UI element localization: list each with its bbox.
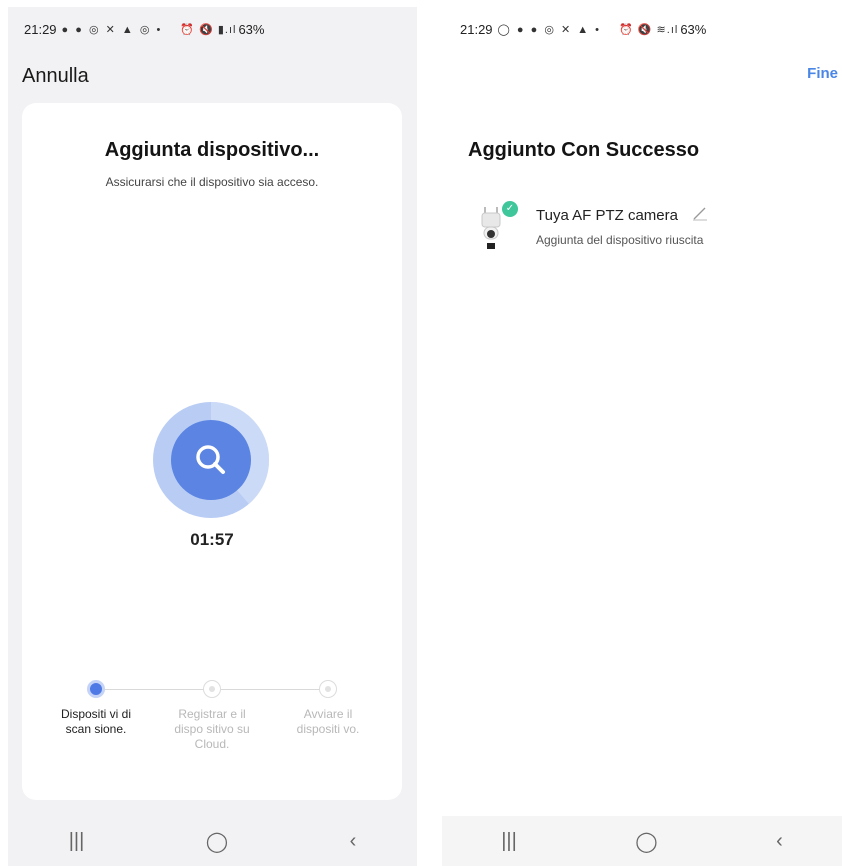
right-screen: 21:29 ◯ ● ● ◎ ✕ ▲ • ⏰ 🔇 ≋.ıl 63% Fine Ag…: [442, 7, 842, 866]
home-button[interactable]: ◯: [635, 829, 657, 854]
status-time: 21:29: [460, 21, 493, 37]
card-title: Aggiunta dispositivo...: [104, 139, 320, 161]
step-connector: [105, 689, 211, 690]
system-icons: ⏰ 🔇 ▮.ıl: [180, 23, 237, 36]
edit-icon[interactable]: [692, 205, 708, 226]
progress-steps: Dispositi vi di scan sione. Registrar e …: [22, 679, 402, 789]
step-1-label: Dispositi vi di scan sione.: [60, 707, 132, 736]
battery-level: 63%: [680, 21, 707, 37]
add-device-card: Aggiunta dispositivo... Assicurarsi che …: [22, 103, 402, 800]
device-name: Tuya AF PTZ camera: [536, 207, 678, 224]
device-status: Aggiunta del dispositivo riuscita: [536, 233, 704, 247]
navigation-bar: ||| ◯ ‹: [8, 816, 417, 866]
status-time: 21:29: [24, 21, 57, 37]
notification-icons: ● ● ◎ ✕ ▲ ◎ •: [61, 23, 163, 36]
device-list-item[interactable]: ✓ Tuya AF PTZ camera Aggiunta del dispos…: [478, 201, 818, 253]
recents-button[interactable]: |||: [501, 830, 517, 853]
camera-icon: [478, 207, 506, 251]
recents-button[interactable]: |||: [69, 830, 85, 853]
cloud-step-icon: [203, 680, 221, 698]
system-icons: ⏰ 🔇 ≋.ıl: [619, 23, 679, 36]
status-bar: 21:29 ● ● ◎ ✕ ▲ ◎ • ⏰ 🔇 ▮.ıl 63%: [8, 7, 417, 51]
cancel-button[interactable]: Annulla: [22, 65, 89, 88]
card-subtitle: Assicurarsi che il dispositivo sia acces…: [105, 175, 319, 189]
scan-indicator: [153, 402, 269, 518]
step-connector: [221, 689, 327, 690]
navigation-bar: ||| ◯ ‹: [442, 816, 842, 866]
status-bar: 21:29 ◯ ● ● ◎ ✕ ▲ • ⏰ 🔇 ≋.ıl 63%: [442, 7, 842, 51]
back-button[interactable]: ‹: [776, 830, 783, 853]
notification-icons: ◯ ● ● ◎ ✕ ▲ •: [497, 23, 602, 36]
step-1-dot: [87, 680, 105, 698]
home-button[interactable]: ◯: [206, 829, 228, 854]
start-step-icon: [319, 680, 337, 698]
back-button[interactable]: ‹: [350, 830, 357, 853]
step-3-label: Avviare il dispositi vo.: [296, 707, 360, 736]
step-2-label: Registrar e il dispo sitivo su Cloud.: [174, 707, 250, 751]
battery-level: 63%: [238, 21, 265, 37]
done-button[interactable]: Fine: [807, 65, 838, 82]
scan-timer: 01:57: [190, 530, 234, 549]
check-icon: ✓: [502, 201, 518, 217]
left-screen: 21:29 ● ● ◎ ✕ ▲ ◎ • ⏰ 🔇 ▮.ıl 63% Annulla…: [8, 7, 417, 866]
page-title: Aggiunto Con Successo: [468, 139, 700, 161]
